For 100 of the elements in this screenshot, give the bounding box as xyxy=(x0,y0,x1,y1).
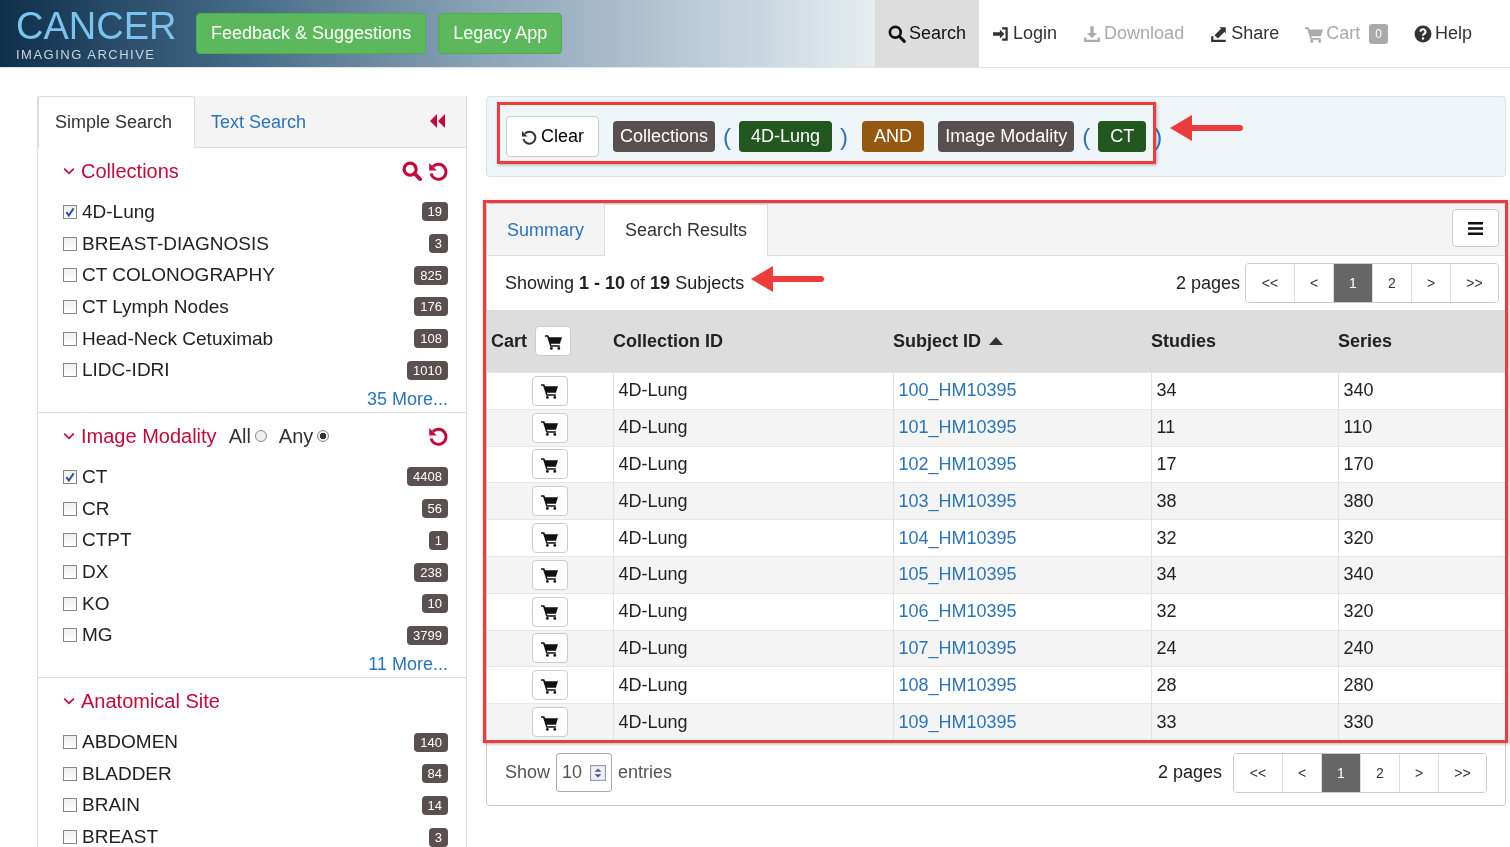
table-cell: 32 xyxy=(1151,593,1338,631)
add-to-cart-button[interactable] xyxy=(531,486,568,517)
checkbox[interactable] xyxy=(63,798,77,813)
checkbox[interactable] xyxy=(63,596,77,611)
checkbox[interactable] xyxy=(63,565,77,580)
tab[interactable]: Summary xyxy=(487,205,604,255)
count-badge: 140 xyxy=(414,732,448,752)
facet-label[interactable]: CTPT xyxy=(82,529,132,552)
search-icon[interactable] xyxy=(402,161,422,181)
add-to-cart-button[interactable] xyxy=(531,596,568,627)
add-to-cart-button[interactable] xyxy=(531,375,568,406)
reset-icon[interactable] xyxy=(428,426,448,447)
checkbox[interactable] xyxy=(63,331,77,346)
subject-link[interactable]: 106_HM10395 xyxy=(898,601,1017,622)
subject-link[interactable]: 107_HM10395 xyxy=(898,637,1017,658)
cart-icon xyxy=(541,713,559,731)
subject-link[interactable]: 105_HM10395 xyxy=(898,564,1017,585)
cart-icon xyxy=(541,676,559,694)
column-header[interactable]: Collection ID xyxy=(613,310,893,373)
column-header[interactable]: Series xyxy=(1338,310,1505,373)
facet-label[interactable]: DX xyxy=(82,561,109,584)
nav-link[interactable]: Share xyxy=(1197,0,1293,67)
cart-button[interactable] xyxy=(535,326,571,356)
facet-label[interactable]: Head-Neck Cetuximab xyxy=(82,327,274,350)
table-cell: 330 xyxy=(1338,703,1505,740)
tab[interactable]: Search Results xyxy=(604,204,769,256)
reset-icon[interactable] xyxy=(428,161,448,181)
subject-link[interactable]: 101_HM10395 xyxy=(898,417,1017,438)
subject-link[interactable]: 103_HM10395 xyxy=(898,490,1017,511)
checkbox[interactable] xyxy=(63,268,77,283)
checkbox[interactable] xyxy=(63,299,77,314)
add-to-cart-button[interactable] xyxy=(531,559,568,590)
column-header[interactable]: Cart xyxy=(487,310,613,373)
logo[interactable]: CANCER IMAGING ARCHIVE xyxy=(16,6,184,61)
facet-label[interactable]: BREAST xyxy=(82,826,159,847)
add-to-cart-button[interactable] xyxy=(531,523,568,554)
add-to-cart-button[interactable] xyxy=(531,412,568,443)
add-to-cart-button[interactable] xyxy=(531,670,568,701)
table-cell: 38 xyxy=(1151,482,1338,520)
subject-link[interactable]: 100_HM10395 xyxy=(898,380,1017,401)
checkbox[interactable] xyxy=(63,204,77,219)
clear-button[interactable]: Clear xyxy=(506,116,599,157)
checkbox[interactable] xyxy=(63,501,77,516)
logo-subtitle: IMAGING ARCHIVE xyxy=(16,47,156,61)
checkbox[interactable] xyxy=(63,363,77,378)
parenthesis: ( xyxy=(1082,122,1091,151)
menu-button[interactable] xyxy=(1452,209,1499,247)
facet-label[interactable]: BRAIN xyxy=(82,794,141,817)
checkbox[interactable] xyxy=(63,533,77,548)
table-cell: 240 xyxy=(1338,630,1505,667)
column-header[interactable]: Subject ID xyxy=(893,310,1151,373)
subject-link[interactable]: 108_HM10395 xyxy=(898,674,1017,695)
facet-label[interactable]: LIDC-IDRI xyxy=(82,359,170,382)
subject-link[interactable]: 109_HM10395 xyxy=(898,711,1017,732)
column-header[interactable]: Studies xyxy=(1151,310,1338,373)
nav-link[interactable]: Login xyxy=(979,0,1071,67)
checkbox[interactable] xyxy=(63,628,77,643)
section-toggle[interactable]: Image Modality xyxy=(63,424,217,448)
facet-label[interactable]: 4D-Lung xyxy=(82,200,155,223)
count-badge: 3799 xyxy=(407,625,448,645)
section-toggle[interactable]: Anatomical Site xyxy=(63,689,220,713)
collapse-icon[interactable] xyxy=(428,113,446,129)
tab[interactable]: Simple Search xyxy=(38,96,196,148)
page-button[interactable]: 1 xyxy=(1333,264,1372,302)
match-radio[interactable]: Any xyxy=(278,424,330,448)
more-link[interactable]: 11 More... xyxy=(368,653,448,675)
checkbox[interactable] xyxy=(63,735,77,750)
tab[interactable]: Text Search xyxy=(195,97,329,147)
checkbox[interactable] xyxy=(63,830,77,845)
facet-label[interactable]: CT xyxy=(82,465,108,488)
facet-label[interactable]: BLADDER xyxy=(82,762,172,785)
checkbox[interactable] xyxy=(63,236,77,251)
add-to-cart-button[interactable] xyxy=(531,707,568,738)
checkbox[interactable] xyxy=(63,469,77,484)
nav-link[interactable]: Help xyxy=(1400,0,1485,67)
nav-link[interactable]: Search xyxy=(875,0,980,67)
add-to-cart-button[interactable] xyxy=(531,633,568,664)
facet-label[interactable]: MG xyxy=(82,624,113,647)
facet-label[interactable]: CR xyxy=(82,497,110,520)
more-link[interactable]: 35 More... xyxy=(366,388,448,410)
page-button[interactable]: >> xyxy=(1438,753,1486,792)
facet-label[interactable]: KO xyxy=(82,592,110,615)
subject-link[interactable]: 104_HM10395 xyxy=(898,527,1017,548)
cart-icon xyxy=(541,639,559,657)
table-cell: 380 xyxy=(1338,482,1505,520)
facet-label[interactable]: CT COLONOGRAPHY xyxy=(82,264,275,287)
section-toggle[interactable]: Collections xyxy=(63,159,179,183)
facet-label[interactable]: BREAST-DIAGNOSIS xyxy=(82,232,269,255)
subject-link[interactable]: 102_HM10395 xyxy=(898,454,1017,474)
facet-label[interactable]: CT Lymph Nodes xyxy=(82,295,229,318)
add-to-cart-button[interactable] xyxy=(531,449,568,480)
match-radio[interactable]: All xyxy=(228,424,267,448)
checkbox[interactable] xyxy=(63,766,77,781)
page-size-spinner[interactable]: 10 xyxy=(556,753,613,793)
facet-label[interactable]: ABDOMEN xyxy=(82,731,179,754)
cart-icon xyxy=(541,456,559,473)
page-button[interactable]: >> xyxy=(1450,264,1498,302)
count-badge: 3 xyxy=(428,827,448,847)
table-cell: 170 xyxy=(1338,446,1505,483)
page-button[interactable]: 1 xyxy=(1321,753,1360,792)
